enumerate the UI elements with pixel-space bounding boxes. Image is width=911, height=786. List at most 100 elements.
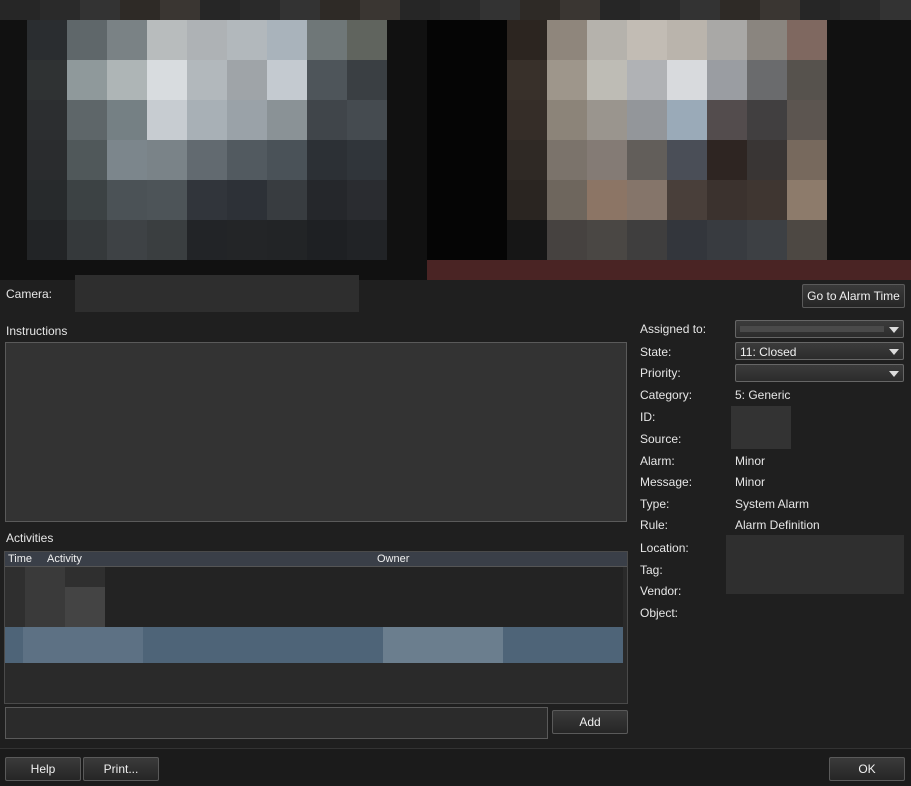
video-pixel-tile [707, 180, 747, 220]
video-pixel-tile [107, 220, 147, 260]
type-label: Type: [640, 497, 670, 511]
video-pixel-tile [67, 180, 107, 220]
category-label: Category: [640, 388, 693, 402]
video-pixel-tile [347, 140, 387, 180]
video-pixel-tile [787, 100, 827, 140]
video-pixel-tile [227, 140, 267, 180]
video-pixel-tile [267, 100, 307, 140]
state-dropdown[interactable]: 11: Closed [735, 342, 904, 360]
video-pixel-tile [760, 0, 800, 20]
video-pixel-tile [227, 100, 267, 140]
instructions-textarea[interactable] [5, 342, 627, 522]
video-pixel-tile [627, 220, 667, 260]
video-pixel-tile [227, 180, 267, 220]
video-pixel-tile [307, 100, 347, 140]
video-pixel-tile [240, 0, 280, 20]
video-pixel-tile [707, 20, 747, 60]
video-pixel-tile [627, 140, 667, 180]
video-pixel-tile [227, 20, 267, 60]
video-pixel-tile [147, 20, 187, 60]
video-pixel-tile [707, 60, 747, 100]
video-pixel-tile [667, 140, 707, 180]
video-pixel-tile [667, 220, 707, 260]
priority-dropdown[interactable] [735, 364, 904, 382]
video-pixel-tile [747, 220, 787, 260]
video-pixel-tile [120, 0, 160, 20]
video-pixel-tile [587, 220, 627, 260]
go-to-alarm-time-button[interactable]: Go to Alarm Time [802, 284, 905, 308]
video-pixel-tile [667, 60, 707, 100]
location-tag-redacted [726, 535, 904, 594]
state-label: State: [640, 345, 672, 359]
video-pixel-tile [547, 140, 587, 180]
video-pixel-tile [507, 60, 547, 100]
location-label: Location: [640, 541, 689, 555]
video-pixel-tile [187, 60, 227, 100]
column-activity[interactable]: Activity [47, 552, 82, 566]
video-pixel-tile [187, 180, 227, 220]
video-pixel-tile [160, 0, 200, 20]
vendor-label: Vendor: [640, 584, 682, 598]
video-pixel-tile [307, 20, 347, 60]
video-pixel-tile [107, 100, 147, 140]
video-pixel-tile [307, 220, 347, 260]
video-pixel-tile [547, 100, 587, 140]
column-time[interactable]: Time [8, 552, 32, 566]
video-pixel-tile [267, 180, 307, 220]
video-pixel-tile [587, 20, 627, 60]
video-pixel-tile [560, 0, 600, 20]
table-row[interactable] [5, 567, 623, 627]
video-pixel-tile [547, 20, 587, 60]
tag-label: Tag: [640, 563, 663, 577]
assigned-to-dropdown[interactable] [735, 320, 904, 338]
video-pixel-tile [627, 100, 667, 140]
video-pixel-tile [787, 220, 827, 260]
video-pixel-tile [547, 60, 587, 100]
video-preview[interactable] [0, 0, 911, 280]
video-pixel-tile [667, 100, 707, 140]
state-value: 11: Closed [740, 345, 797, 359]
activity-input[interactable] [5, 707, 548, 739]
video-pixel-tile [600, 0, 640, 20]
video-pixel-tile [107, 20, 147, 60]
video-pixel-tile [787, 60, 827, 100]
video-pixel-tile [347, 60, 387, 100]
video-pixel-tile [427, 260, 911, 280]
video-pixel-tile [27, 180, 67, 220]
video-pixel-tile [627, 60, 667, 100]
help-button[interactable]: Help [5, 757, 81, 781]
video-pixel-tile [187, 20, 227, 60]
video-pixel-tile [67, 20, 107, 60]
activities-table[interactable]: Time Activity Owner [4, 551, 628, 704]
ok-button[interactable]: OK [829, 757, 905, 781]
video-pixel-tile [587, 180, 627, 220]
video-pixel-tile [187, 140, 227, 180]
video-pixel-tile [787, 180, 827, 220]
video-pixel-tile [667, 20, 707, 60]
video-pixel-tile [307, 60, 347, 100]
video-pixel-tile [67, 140, 107, 180]
column-owner[interactable]: Owner [377, 552, 409, 566]
video-pixel-tile [27, 220, 67, 260]
video-pixel-tile [507, 180, 547, 220]
video-pixel-tile [267, 140, 307, 180]
video-pixel-tile [627, 180, 667, 220]
add-activity-button[interactable]: Add [552, 710, 628, 734]
video-pixel-tile [707, 100, 747, 140]
video-pixel-tile [747, 60, 787, 100]
print-button[interactable]: Print... [83, 757, 159, 781]
video-pixel-tile [347, 20, 387, 60]
video-pixel-tile [787, 140, 827, 180]
video-pixel-tile [187, 220, 227, 260]
video-pixel-tile [27, 60, 67, 100]
assigned-to-label: Assigned to: [640, 322, 707, 336]
video-pixel-tile [147, 180, 187, 220]
video-pixel-tile [747, 140, 787, 180]
video-pixel-tile [480, 0, 520, 20]
video-pixel-tile [587, 140, 627, 180]
chevron-down-icon [889, 371, 899, 377]
video-pixel-tile [400, 0, 440, 20]
message-value: Minor [735, 475, 766, 489]
table-row-selected[interactable] [5, 627, 623, 663]
video-pixel-tile [147, 220, 187, 260]
